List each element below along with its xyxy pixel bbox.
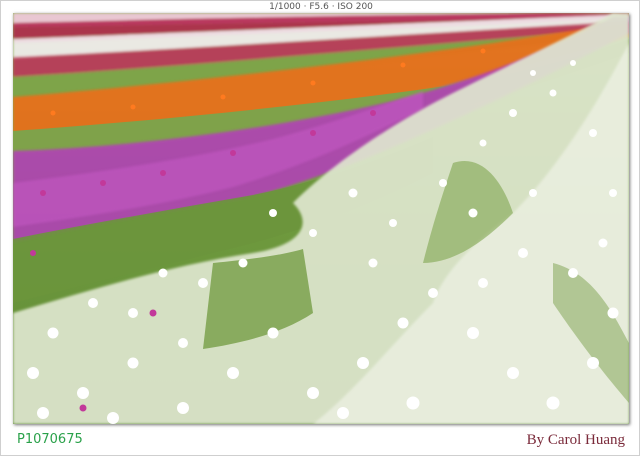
flower-field-photo xyxy=(13,13,629,424)
file-id-caption: P1070675 xyxy=(17,432,83,447)
photo-frame: 1/1000 · F5.6 · ISO 200 P1070675 By Caro… xyxy=(0,0,640,456)
exif-caption: 1/1000 · F5.6 · ISO 200 xyxy=(269,2,373,12)
flower-field-image xyxy=(13,13,629,424)
photo-credit: By Carol Huang xyxy=(526,432,625,448)
